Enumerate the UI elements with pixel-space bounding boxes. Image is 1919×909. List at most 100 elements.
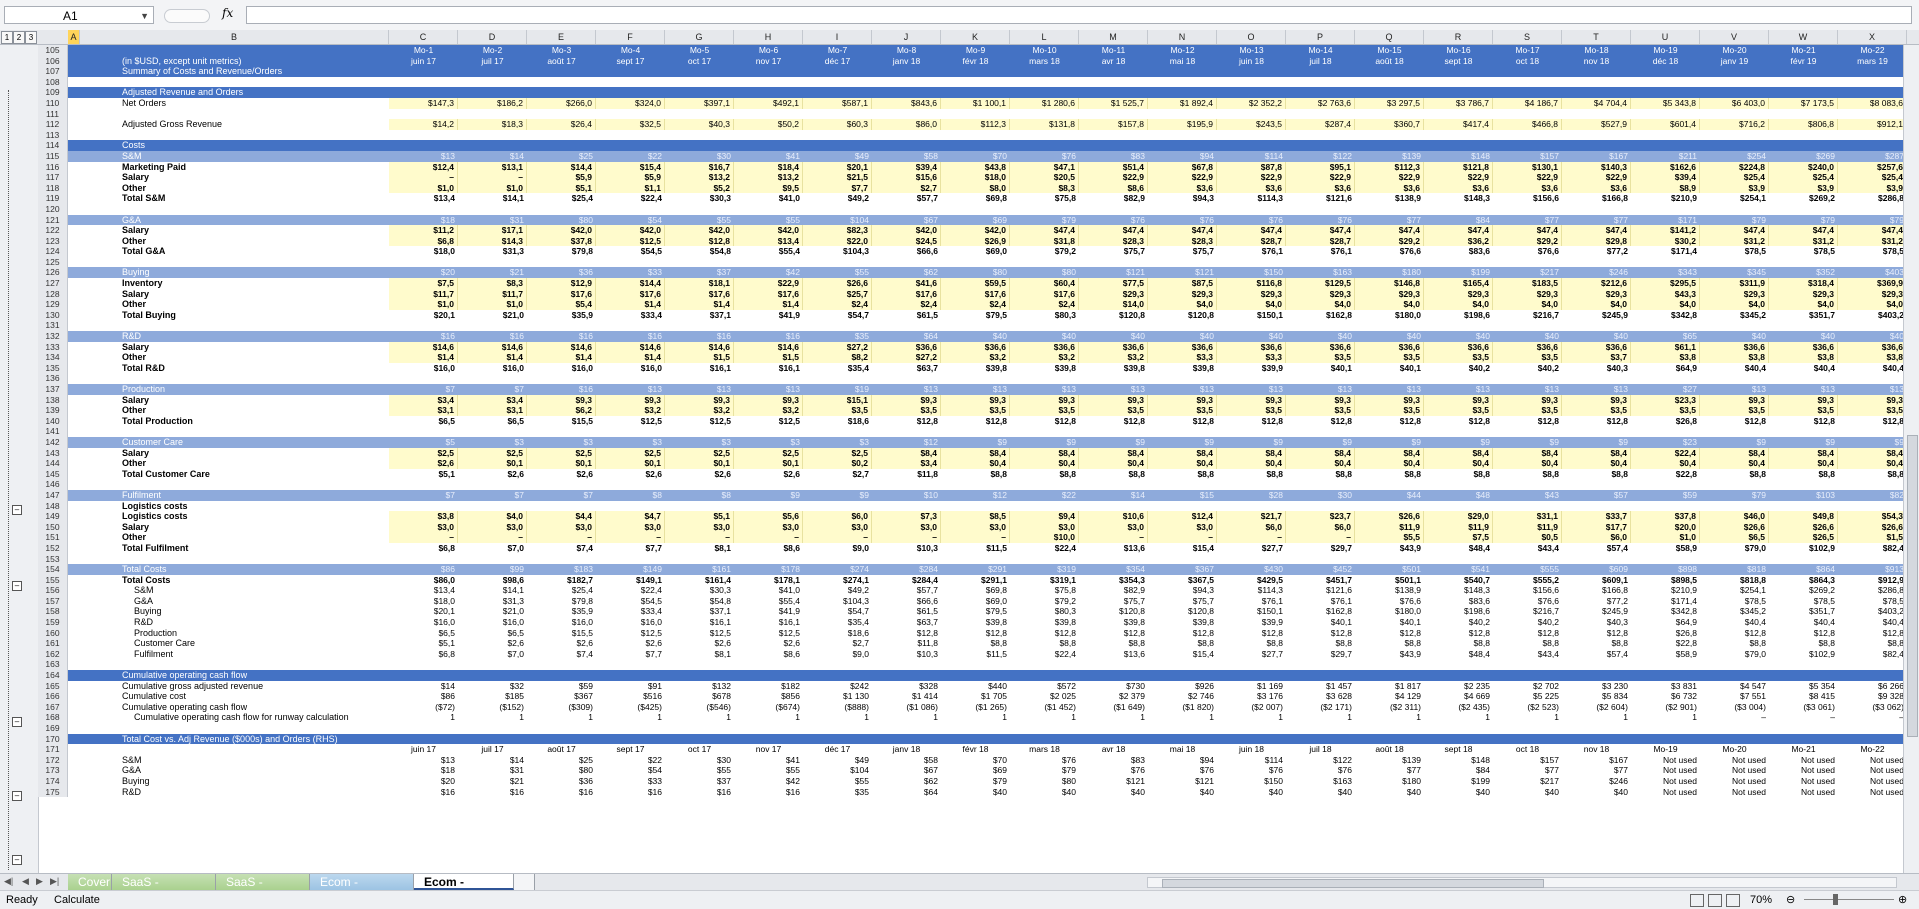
cell[interactable]: $13,6 — [1079, 649, 1148, 660]
cell[interactable]: $342,8 — [1631, 606, 1700, 617]
cell[interactable]: $8,8 — [1355, 469, 1424, 480]
cell[interactable]: $2 746 — [1148, 691, 1217, 702]
cell[interactable]: $311,9 — [1700, 278, 1769, 289]
cell[interactable]: $64 — [872, 787, 941, 798]
row-number[interactable]: 141 — [38, 426, 68, 437]
cell[interactable]: $30,3 — [665, 193, 734, 204]
cell[interactable]: $716,2 — [1700, 119, 1769, 130]
cell[interactable]: août 18 — [1355, 744, 1424, 755]
row-number[interactable]: 109 — [38, 87, 68, 98]
cell[interactable]: $14,1 — [458, 193, 527, 204]
cell[interactable]: $6,5 — [389, 416, 458, 427]
cell[interactable]: $69,8 — [941, 585, 1010, 596]
cell[interactable]: – — [1148, 532, 1217, 543]
cell[interactable]: – — [872, 532, 941, 543]
cell[interactable]: $83,6 — [1424, 246, 1493, 257]
cell[interactable]: $12,8 — [1424, 416, 1493, 427]
cell[interactable]: $3,0 — [1079, 521, 1148, 533]
cell[interactable]: $3,5 — [803, 405, 872, 416]
collapse-group-button[interactable]: – — [12, 855, 22, 865]
cell[interactable]: $818,8 — [1700, 575, 1769, 586]
cell[interactable]: $58 — [872, 151, 941, 162]
cell[interactable]: $67,8 — [1148, 161, 1217, 173]
cell[interactable]: $9 — [803, 490, 872, 501]
cell[interactable]: $20,1 — [803, 161, 872, 173]
cell[interactable]: $1,4 — [389, 352, 458, 363]
cell[interactable]: $69,0 — [941, 596, 1010, 607]
row-number[interactable]: 126 — [38, 267, 68, 279]
row-label[interactable] — [118, 109, 388, 120]
cell[interactable]: $4,0 — [1562, 299, 1631, 310]
cell[interactable]: $269,2 — [1769, 193, 1838, 204]
cell[interactable]: $7 551 — [1700, 691, 1769, 702]
cell[interactable]: $246 — [1562, 267, 1631, 278]
outline-level-2-button[interactable]: 2 — [13, 31, 25, 44]
cell[interactable]: $47,4 — [1217, 225, 1286, 236]
cell[interactable]: $76,1 — [1217, 596, 1286, 607]
cell[interactable]: $54,8 — [665, 246, 734, 257]
cell[interactable]: $12,8 — [1838, 416, 1903, 427]
cell[interactable]: $8,4 — [941, 447, 1010, 459]
cell[interactable]: $0,4 — [1217, 458, 1286, 469]
cell[interactable]: $3,5 — [1217, 405, 1286, 416]
cell[interactable]: $9 — [1838, 437, 1903, 448]
cell[interactable]: janv 18 — [872, 744, 941, 755]
cell[interactable]: $12,5 — [596, 235, 665, 247]
zoom-level[interactable]: 70% — [1750, 891, 1772, 909]
cell[interactable]: $12,5 — [734, 416, 803, 427]
column-header-a[interactable]: A — [68, 30, 80, 44]
cell[interactable]: $114,3 — [1217, 585, 1286, 596]
row-number[interactable]: 152 — [38, 542, 68, 554]
row-number[interactable]: 148 — [38, 500, 68, 512]
cell[interactable]: $20,5 — [1010, 172, 1079, 183]
cell[interactable]: $27,7 — [1217, 543, 1286, 554]
cell[interactable]: $80 — [941, 267, 1010, 278]
cell[interactable]: $16 — [665, 787, 734, 798]
cell[interactable]: $2,6 — [527, 638, 596, 649]
cell[interactable]: $31,2 — [1769, 235, 1838, 247]
cell[interactable]: févr 18 — [941, 56, 1010, 67]
cell[interactable]: juin 18 — [1217, 744, 1286, 755]
cell[interactable]: $8,6 — [1079, 182, 1148, 194]
cell[interactable]: $10,3 — [872, 543, 941, 554]
row-number[interactable]: 156 — [38, 585, 68, 596]
cell[interactable]: $367 — [527, 691, 596, 702]
cell[interactable]: – — [941, 532, 1010, 543]
cell[interactable]: $254,1 — [1700, 193, 1769, 204]
cell[interactable]: $9,3 — [1079, 394, 1148, 406]
cell[interactable]: $2,7 — [803, 638, 872, 649]
cell[interactable]: $21 — [458, 267, 527, 278]
cell[interactable]: $12,8 — [1286, 416, 1355, 427]
cell[interactable]: $12,8 — [1562, 628, 1631, 639]
cell[interactable]: Mo-22 — [1838, 744, 1903, 755]
row-number[interactable]: 144 — [38, 458, 68, 469]
row-label[interactable]: Buying — [118, 267, 388, 278]
cell[interactable]: $3 628 — [1286, 691, 1355, 702]
cell[interactable]: $452 — [1286, 564, 1355, 575]
cell[interactable]: $40 — [941, 331, 1010, 342]
column-header-j[interactable]: J — [872, 30, 941, 44]
cell[interactable]: $104,3 — [803, 246, 872, 257]
cell[interactable]: $3,2 — [734, 405, 803, 416]
cell[interactable]: $47,4 — [1700, 225, 1769, 236]
cell[interactable]: $79,2 — [1010, 596, 1079, 607]
cell[interactable]: $12,8 — [1079, 416, 1148, 427]
cell[interactable]: $76 — [1079, 765, 1148, 776]
cell[interactable]: $150 — [1217, 776, 1286, 787]
cell[interactable]: $29,3 — [1562, 288, 1631, 300]
cell[interactable]: $22,4 — [596, 585, 665, 596]
cell[interactable]: $29,3 — [1355, 288, 1424, 300]
cell[interactable]: $82,9 — [1079, 585, 1148, 596]
cell[interactable]: $47,4 — [1079, 225, 1148, 236]
row-number[interactable]: 150 — [38, 521, 68, 533]
cell[interactable]: sept 18 — [1424, 56, 1493, 67]
cell[interactable]: $32,5 — [596, 119, 665, 130]
cell[interactable]: $112,3 — [1355, 161, 1424, 173]
cell[interactable]: $12 — [872, 437, 941, 448]
cell[interactable]: $8,8 — [1424, 469, 1493, 480]
cell[interactable]: $11,9 — [1493, 521, 1562, 533]
cell[interactable]: $36 — [527, 776, 596, 787]
cell[interactable]: $102,9 — [1769, 649, 1838, 660]
cell[interactable]: $98,6 — [458, 575, 527, 586]
cell[interactable]: $47,4 — [1769, 225, 1838, 236]
